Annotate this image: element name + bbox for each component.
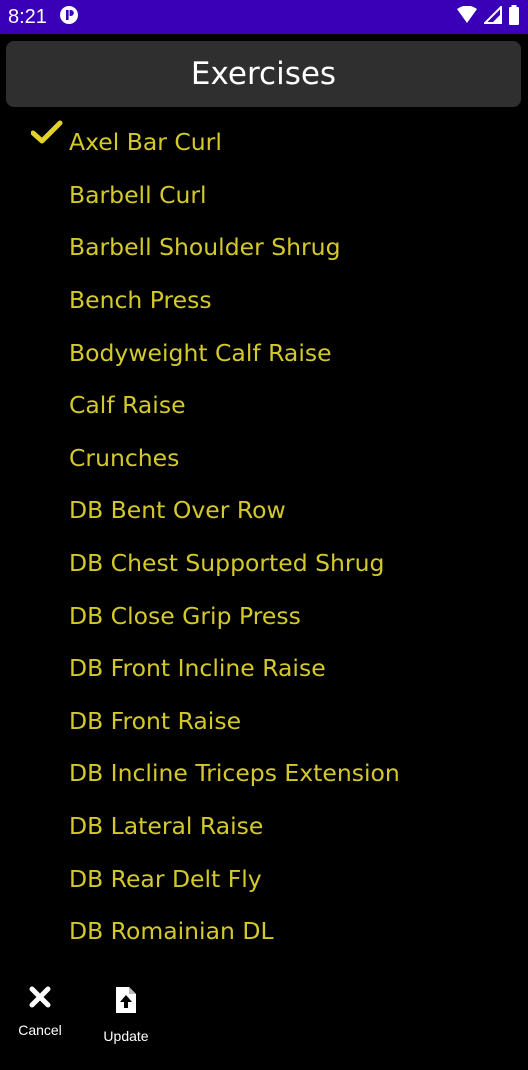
list-item[interactable]: DB Front Incline Raise (0, 642, 528, 695)
list-item[interactable]: Axel Bar Curl (0, 116, 528, 169)
header-bar: Exercises (6, 41, 521, 107)
cancel-button[interactable]: Cancel (0, 986, 80, 1038)
cancel-label: Cancel (18, 1022, 62, 1038)
list-item[interactable]: DB Rear Delt Fly (0, 852, 528, 905)
list-item[interactable]: DB Romainian DL (0, 905, 528, 958)
list-item[interactable]: DB Incline Triceps Extension (0, 747, 528, 800)
list-item[interactable]: Bodyweight Calf Raise (0, 326, 528, 379)
exercise-list[interactable]: Axel Bar Curl Barbell Curl Barbell Shoulde… (0, 116, 528, 972)
list-item-label: Bodyweight Calf Raise (69, 338, 332, 367)
list-item-label: DB Lateral Raise (69, 812, 264, 841)
status-left: 8:21 (8, 5, 79, 29)
list-item-label: DB Chest Supported Shrug (69, 549, 385, 578)
list-item[interactable]: Bench Press (0, 274, 528, 327)
list-item[interactable]: DB Bent Over Row (0, 484, 528, 537)
list-item-label: Calf Raise (69, 391, 186, 420)
list-item-label: DB Incline Triceps Extension (69, 759, 400, 788)
signal-icon (482, 4, 502, 28)
close-icon (29, 986, 51, 1012)
list-item-label: Bench Press (69, 286, 212, 315)
list-item-label: Crunches (69, 443, 180, 472)
check-icon (31, 120, 63, 144)
status-time: 8:21 (8, 5, 47, 28)
update-label: Update (103, 1028, 149, 1044)
list-item[interactable]: DB Close Grip Press (0, 589, 528, 642)
list-item[interactable]: Crunches (0, 432, 528, 485)
list-item[interactable]: DB Front Raise (0, 695, 528, 748)
list-item[interactable]: Calf Raise (0, 379, 528, 432)
list-item-label: DB Bent Over Row (69, 496, 286, 525)
list-item[interactable]: DB Chest Supported Shrug (0, 537, 528, 590)
list-item[interactable]: Barbell Shoulder Shrug (0, 221, 528, 274)
file-upload-icon (115, 986, 137, 1018)
list-item-label: DB Front Incline Raise (69, 654, 326, 683)
status-bar: 8:21 (0, 0, 528, 34)
list-item-label: DB Romainian DL (69, 917, 274, 946)
list-item-label: Barbell Shoulder Shrug (69, 233, 341, 262)
bottom-bar: Cancel Update (0, 972, 528, 1070)
list-item-label: DB Close Grip Press (69, 601, 301, 630)
wifi-icon (456, 5, 478, 28)
list-item-label: DB Front Raise (69, 706, 242, 735)
list-item[interactable]: DB Lateral Raise (0, 800, 528, 853)
battery-icon (508, 5, 520, 29)
list-item-label: DB Rear Delt Fly (69, 864, 262, 893)
list-item-label: Axel Bar Curl (69, 128, 222, 157)
update-button[interactable]: Update (86, 986, 166, 1044)
page-title: Exercises (190, 56, 337, 92)
status-right (456, 4, 520, 29)
app-notification-icon (59, 5, 79, 29)
list-item[interactable]: Barbell Curl (0, 169, 528, 222)
list-item-label: Barbell Curl (69, 180, 207, 209)
